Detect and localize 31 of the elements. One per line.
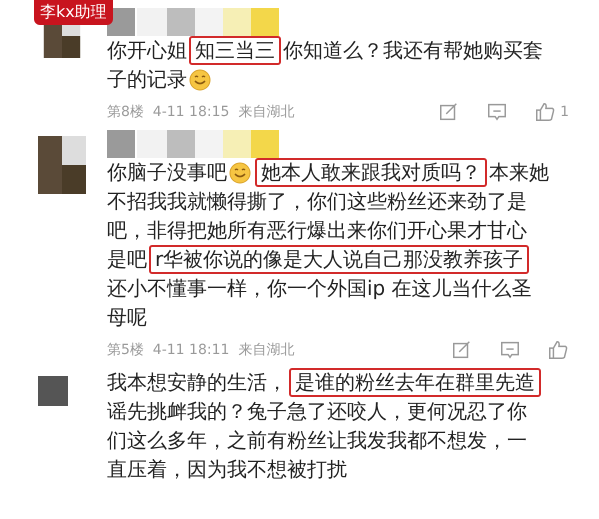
comment-text: 还小不懂事一样，你一个外国ip 在这儿当什么圣: [107, 275, 532, 302]
smiley-emoji-icon: [229, 162, 251, 184]
comment-text: 是吧: [107, 246, 147, 273]
edit-icon[interactable]: [451, 339, 473, 361]
comment-icon[interactable]: [486, 101, 508, 123]
highlighted-text: 是谁的粉丝去年在群里先造: [289, 368, 541, 397]
comment-meta: 第5楼 4-11 18:11 来自湖北: [107, 341, 296, 359]
comment-text: 本来她: [489, 159, 549, 186]
comment-text: 你知道么？我还有帮她购买套: [283, 37, 543, 64]
comment-text: 你脑子没事吧: [107, 159, 227, 186]
comment-text: 直压着，因为我不想被打扰: [107, 456, 347, 483]
thumbs-up-icon[interactable]: [534, 101, 556, 123]
comment-text: 们这么多年，之前有粉丝让我发我都不想发，一: [107, 427, 527, 454]
comment-icon[interactable]: [499, 339, 521, 361]
comment-text: 谣先挑衅我的？兔子急了还咬人，更何况忍了你: [107, 398, 527, 425]
like-count: 1: [560, 104, 569, 120]
comment-text: 你开心姐: [107, 37, 187, 64]
comment-text: 母呢: [107, 304, 147, 331]
comment-text: 不招我我就懒得撕了，你们这些粉丝还来劲了是: [107, 188, 527, 215]
pixelated-avatar: [38, 136, 86, 194]
label-tag: 李kx助理: [34, 0, 113, 25]
highlighted-text: 知三当三: [189, 36, 281, 65]
smiley-emoji-icon: [189, 68, 211, 90]
comment-text: 我本想安静的生活，: [107, 369, 287, 396]
comment-meta: 第8楼 4-11 18:15 来自湖北: [107, 103, 296, 121]
comment-text: 子的记录: [107, 66, 187, 93]
pixelated-avatar: [38, 376, 68, 406]
highlighted-text: r华被你说的像是大人说自己那没教养孩子: [149, 245, 530, 274]
comment-text: 吧，非得把她所有恶行爆出来你们开心果才甘心: [107, 217, 527, 244]
highlighted-text: 她本人敢来跟我对质吗？: [255, 158, 487, 187]
thumbs-up-icon[interactable]: [547, 339, 569, 361]
